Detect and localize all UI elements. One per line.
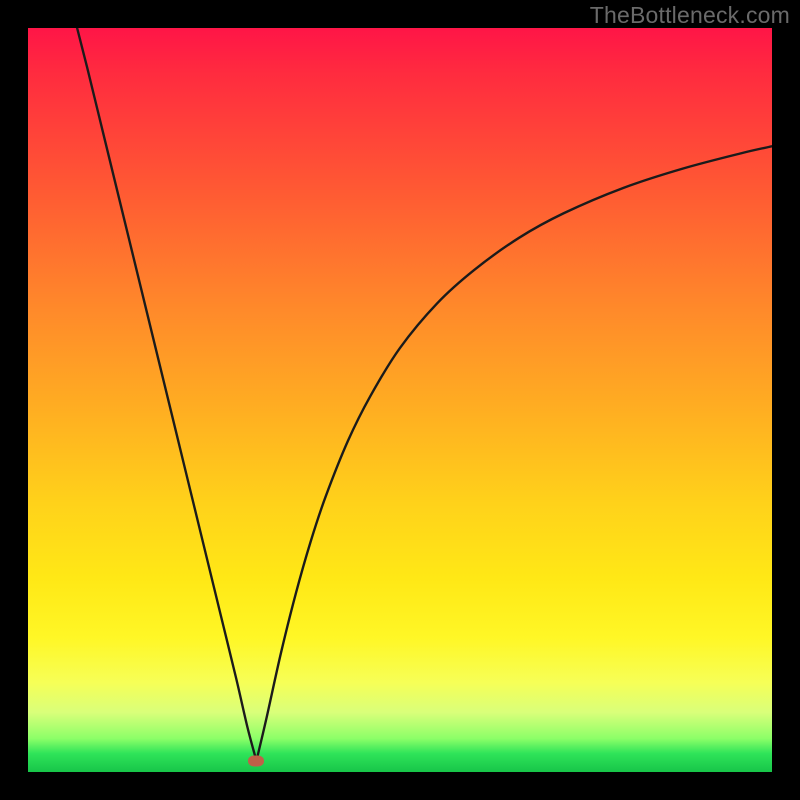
minimum-marker	[248, 755, 264, 766]
bottleneck-curve	[28, 28, 772, 772]
watermark-text: TheBottleneck.com	[590, 2, 790, 29]
plot-area	[28, 28, 772, 772]
chart-frame: TheBottleneck.com	[0, 0, 800, 800]
